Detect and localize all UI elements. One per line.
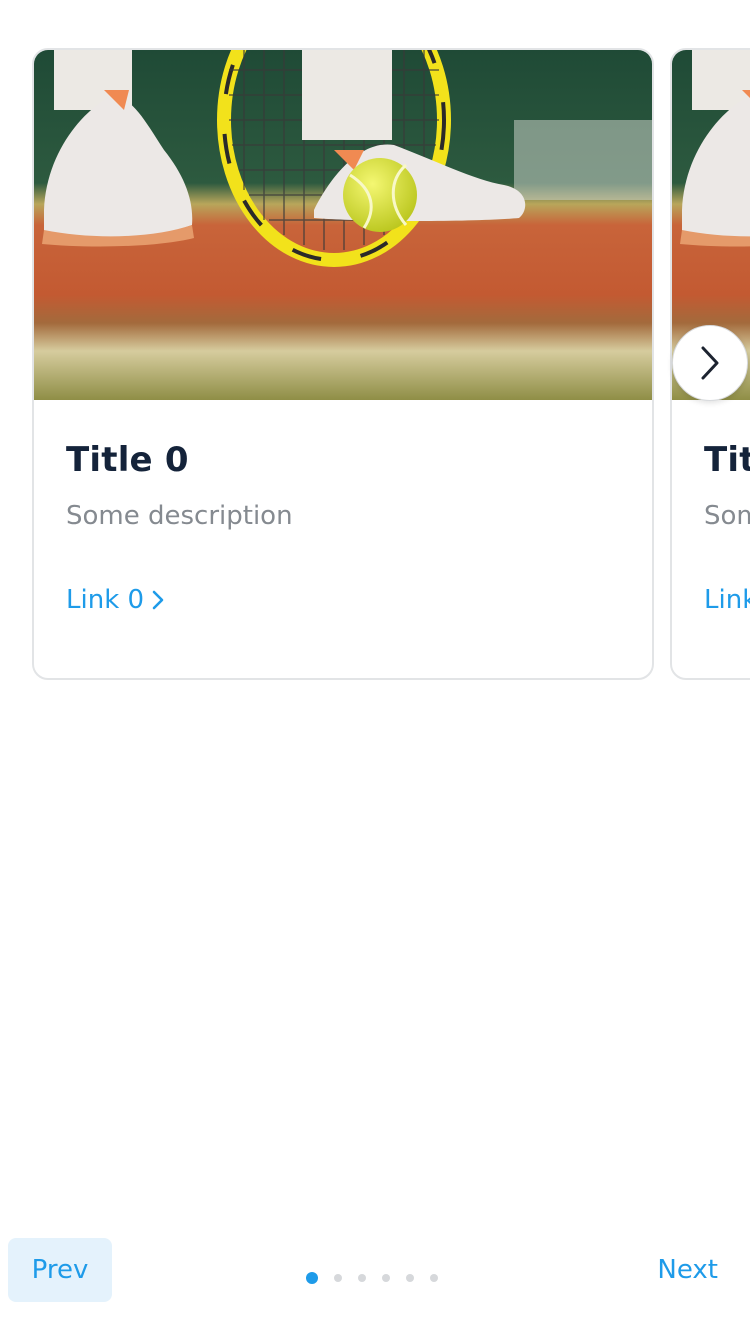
- card-description: Some description: [704, 501, 750, 531]
- pagination-dots: [306, 1272, 438, 1284]
- card-link-label: Link 1: [704, 585, 750, 615]
- pagination-dot-active[interactable]: [306, 1272, 318, 1284]
- card-carousel[interactable]: Title 0 Some description Link 0 Ti So Li…: [0, 0, 750, 700]
- card-image: [34, 50, 652, 400]
- pagination-dot[interactable]: [382, 1274, 390, 1282]
- pagination-dot[interactable]: [334, 1274, 342, 1282]
- chevron-right-icon: [152, 590, 164, 610]
- card-title: Title 1: [704, 440, 750, 480]
- card-link-label: Link 0: [66, 585, 145, 615]
- card-body: Title 1 Some description Link 1: [672, 400, 750, 618]
- carousel-next-arrow-button[interactable]: [672, 325, 748, 401]
- card-0[interactable]: Title 0 Some description Link 0: [32, 48, 654, 680]
- page: Title 0 Some description Link 0 Ti So Li…: [0, 0, 750, 1334]
- next-button[interactable]: Next: [657, 1238, 718, 1302]
- card-body: Title 0 Some description Link 0: [34, 400, 652, 618]
- chevron-right-icon: [701, 346, 719, 380]
- pagination-dot[interactable]: [406, 1274, 414, 1282]
- carousel-controls: Prev Next: [0, 1238, 750, 1302]
- card-link[interactable]: Link 1: [704, 582, 750, 618]
- prev-button[interactable]: Prev: [8, 1238, 112, 1302]
- pagination-dot[interactable]: [358, 1274, 366, 1282]
- card-title: Title 0: [66, 440, 189, 480]
- card-description: Some description: [66, 501, 293, 531]
- pagination-dot[interactable]: [430, 1274, 438, 1282]
- card-link[interactable]: Link 0: [66, 582, 164, 618]
